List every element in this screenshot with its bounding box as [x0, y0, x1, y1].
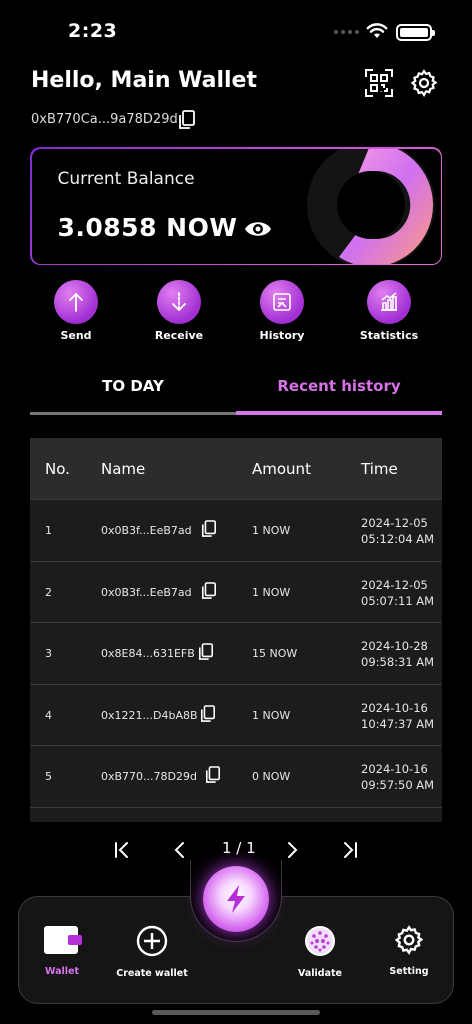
page-title: Hello, Main Wallet — [31, 68, 257, 93]
arrow-down-icon — [172, 292, 186, 312]
copy-icon[interactable] — [201, 581, 217, 604]
row-address: 0x0B3f...EeB7ad — [101, 585, 192, 599]
nav-validate[interactable]: Validate — [280, 924, 360, 979]
row-date: 2024-10-16 — [361, 700, 428, 715]
row-number: 4 — [45, 708, 52, 722]
row-amount: 1 NOW — [252, 585, 291, 599]
receive-button[interactable]: Receive — [134, 280, 224, 342]
table-header: No. Name Amount Time — [30, 438, 442, 500]
nav-create-wallet[interactable]: Create wallet — [112, 924, 192, 979]
home-indicator — [152, 1010, 320, 1015]
status-bar: 2:23 — [0, 0, 472, 60]
eye-icon[interactable] — [244, 219, 272, 239]
row-clock: 05:12:04 AM — [361, 532, 435, 546]
qr-scan-icon[interactable] — [364, 68, 394, 98]
copy-icon[interactable] — [205, 766, 221, 788]
statistics-icon — [381, 292, 397, 311]
add-circle-icon — [136, 925, 168, 957]
column-header-amount: Amount — [252, 460, 311, 478]
tab-underline-inactive — [30, 412, 236, 415]
tab-recent-history[interactable]: Recent history — [236, 372, 442, 412]
tab-today[interactable]: TO DAY — [30, 372, 236, 412]
column-header-no: No. — [45, 460, 70, 478]
lightning-button[interactable] — [203, 866, 269, 932]
history-button[interactable]: History — [237, 280, 327, 342]
column-header-time: Time — [361, 460, 398, 478]
row-address: 0x8E84...631EFB — [101, 647, 195, 660]
balance-decoration — [306, 148, 435, 264]
row-clock: 10:47:37 AM — [361, 716, 435, 731]
balance-card: Current Balance 3.0858 NOW — [30, 147, 442, 265]
row-number: 2 — [45, 585, 52, 599]
column-header-name: Name — [101, 460, 146, 478]
table-row: 3 0x8E84...631EFB 15 NOW 2024-10-28 09:58:31… — [30, 623, 442, 685]
row-number: 5 — [45, 770, 52, 783]
balance-label: Current Balance — [57, 168, 195, 189]
row-clock: 09:57:50 AM — [361, 778, 435, 792]
history-table: No. Name Amount Time 1 0x0B3f...EeB7ad 1 N… — [30, 438, 442, 822]
nav-wallet[interactable]: Wallet — [22, 924, 102, 977]
quick-actions: Send Receive History Statistics — [0, 280, 472, 350]
table-row: 4 0x1221...D4bA8B 1 NOW 2024-10-16 10:47:37 … — [30, 685, 442, 746]
table-row: 2 0x0B3f...EeB7ad 1 NOW 2024-12-05 05:07:11 … — [30, 562, 442, 623]
wallet-icon — [44, 926, 82, 954]
gear-icon — [394, 925, 424, 955]
statistics-label: Statistics — [359, 329, 419, 342]
balance-value: 3.0858 NOW — [57, 212, 238, 242]
row-amount: 0 NOW — [252, 770, 291, 783]
row-address: 0x0B3f...EeB7ad — [101, 524, 192, 537]
copy-icon[interactable] — [200, 704, 216, 727]
row-amount: 1 NOW — [252, 524, 291, 537]
signal-icon — [334, 30, 359, 34]
row-date: 2024-10-16 — [361, 762, 428, 776]
nav-create-wallet-label: Create wallet — [116, 968, 188, 979]
row-time: 2024-12-05 05:07:11 AM — [361, 577, 434, 609]
validate-icon — [305, 926, 335, 956]
row-clock: 09:58:31 AM — [361, 655, 435, 669]
nav-setting-label: Setting — [389, 966, 429, 977]
history-icon — [273, 293, 291, 311]
row-clock: 05:07:11 AM — [361, 593, 435, 608]
lightning-icon — [227, 885, 245, 913]
battery-icon — [396, 24, 435, 41]
row-time: 2024-10-16 09:57:50 AM — [361, 761, 434, 793]
row-date: 2024-10-28 — [361, 639, 428, 653]
row-address: 0x1221...D4bA8B — [101, 708, 198, 722]
row-amount: 15 NOW — [252, 647, 298, 660]
row-address: 0xB770...78D29d — [101, 770, 197, 783]
tab-underline-active — [236, 411, 442, 415]
first-page-icon[interactable] — [112, 840, 132, 860]
history-tabs: TO DAY Recent history — [30, 372, 442, 416]
page-indicator: 1 / 1 — [222, 839, 256, 857]
row-amount: 1 NOW — [252, 708, 291, 722]
nav-setting[interactable]: Setting — [369, 924, 449, 977]
nav-wallet-label: Wallet — [44, 966, 80, 977]
arrow-up-icon — [69, 292, 83, 312]
copy-icon[interactable] — [178, 110, 196, 130]
gear-icon[interactable] — [409, 68, 439, 98]
next-page-icon[interactable] — [282, 840, 302, 860]
statistics-button[interactable]: Statistics — [344, 280, 434, 342]
wifi-icon — [366, 23, 388, 38]
copy-icon[interactable] — [201, 520, 217, 542]
row-time: 2024-12-05 05:12:04 AM — [361, 515, 434, 547]
previous-page-icon[interactable] — [170, 840, 190, 860]
table-row: 1 0x0B3f...EeB7ad 1 NOW 2024-12-05 05:12:04 … — [30, 500, 442, 562]
last-page-icon[interactable] — [340, 840, 360, 860]
wallet-address: 0xB770Ca...9a78D29d — [31, 112, 178, 127]
send-label: Send — [60, 329, 92, 342]
row-date: 2024-12-05 — [361, 516, 428, 530]
copy-icon[interactable] — [198, 643, 214, 665]
table-row: 5 0xB770...78D29d 0 NOW 2024-10-16 09:57:50 … — [30, 746, 442, 808]
row-number: 1 — [45, 524, 52, 537]
receive-label: Receive — [154, 329, 204, 342]
row-date: 2024-12-05 — [361, 577, 428, 592]
status-time: 2:23 — [68, 20, 118, 42]
row-number: 3 — [45, 647, 52, 660]
row-time: 2024-10-16 10:47:37 AM — [361, 700, 434, 732]
row-time: 2024-10-28 09:58:31 AM — [361, 638, 434, 670]
nav-validate-label: Validate — [298, 968, 342, 979]
send-button[interactable]: Send — [31, 280, 121, 342]
history-label: History — [259, 329, 305, 342]
